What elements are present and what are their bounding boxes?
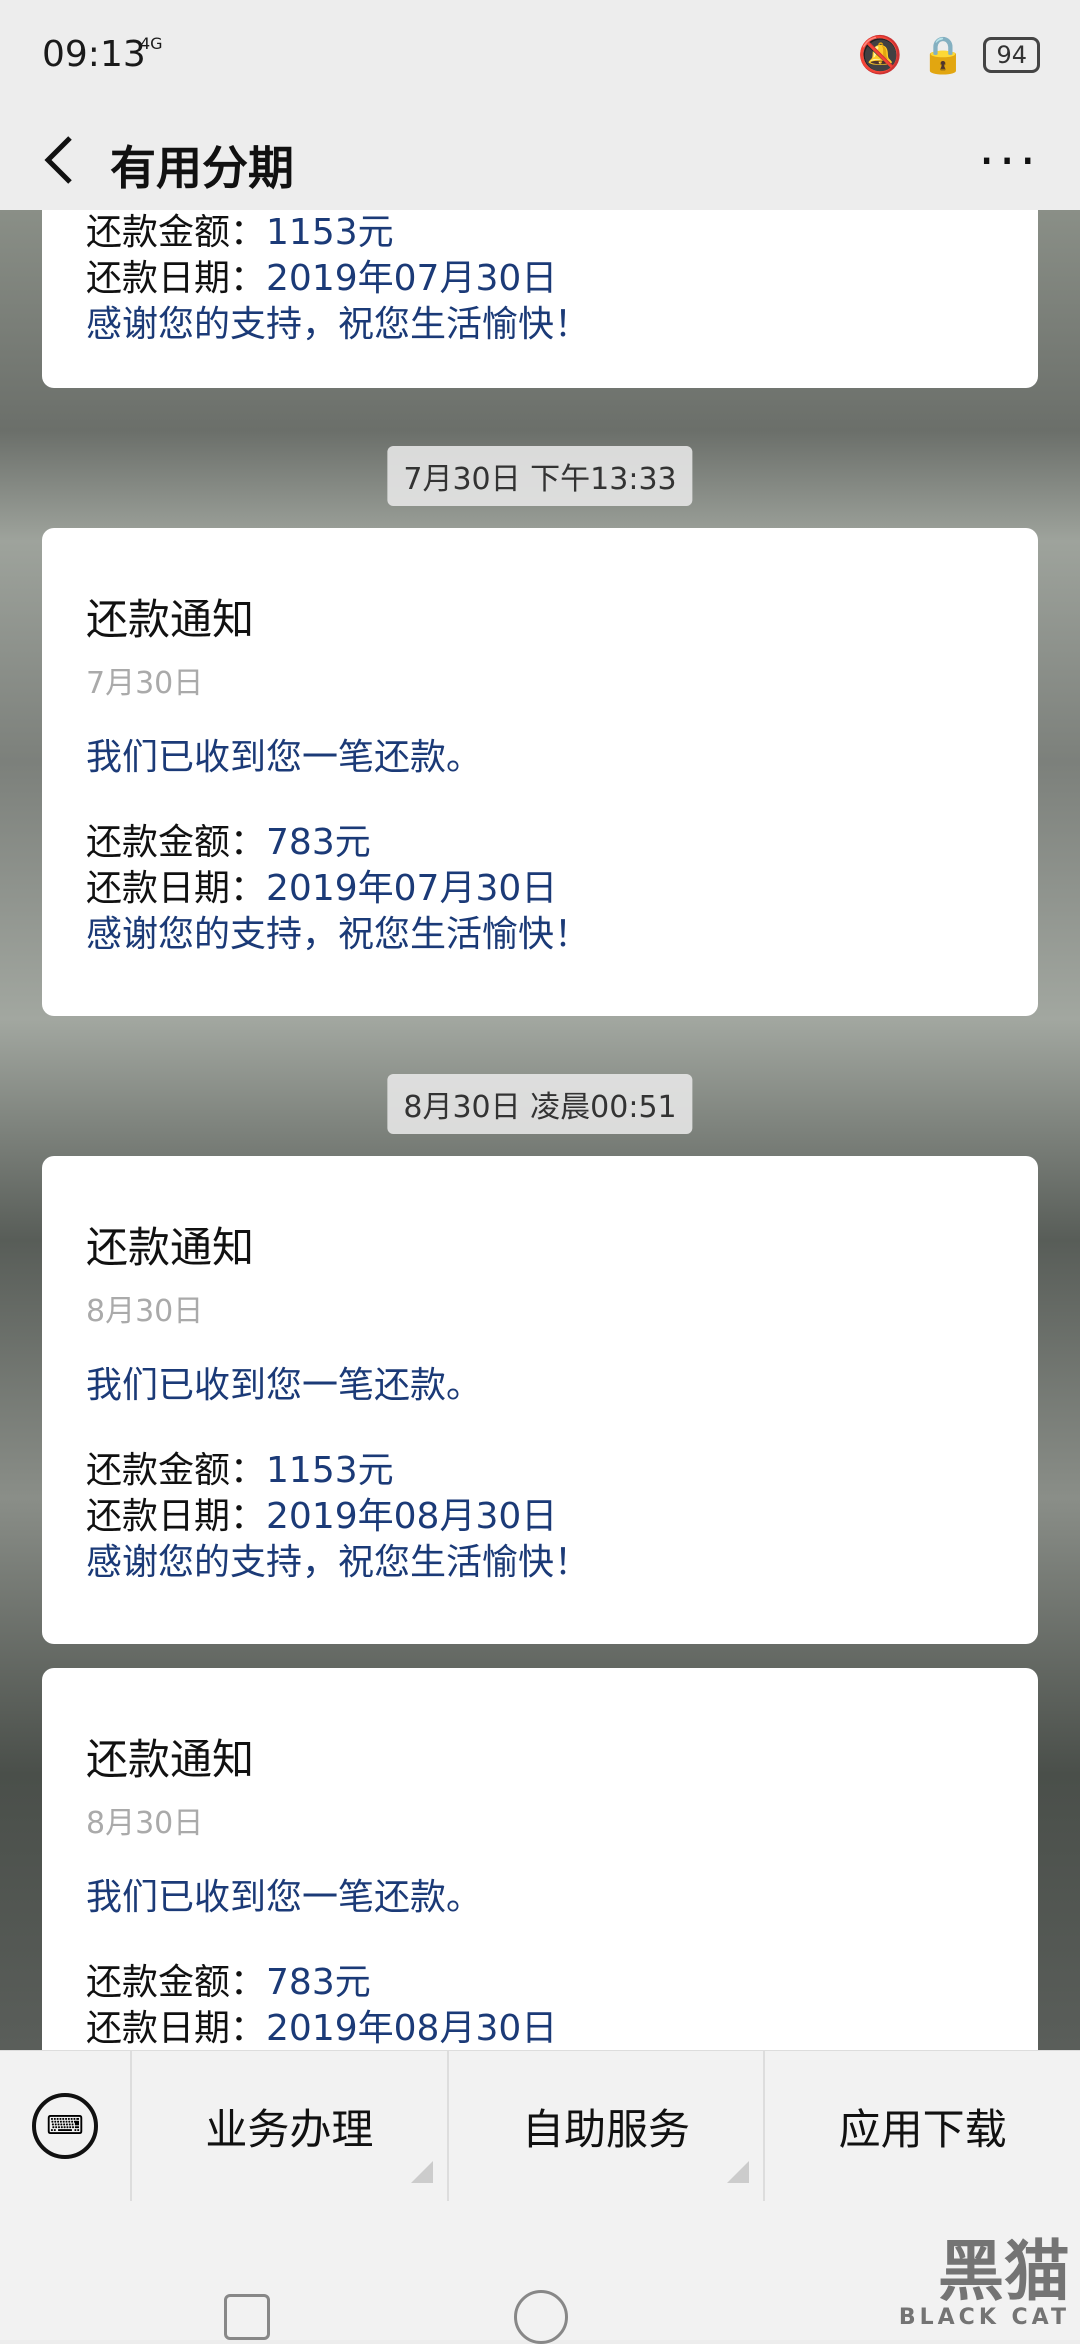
menu-app-download[interactable]: 应用下载 bbox=[763, 2051, 1080, 2201]
amount-value: 783元 bbox=[266, 1962, 371, 2003]
date-label: 还款日期： bbox=[86, 2008, 267, 2049]
card-intro: 我们已收到您一笔还款。 bbox=[86, 1365, 483, 1406]
menu-business[interactable]: 业务办理 bbox=[130, 2051, 447, 2201]
thanks-text: 感谢您的支持，祝您生活愉快！ bbox=[86, 914, 591, 955]
card-intro: 我们已收到您一笔还款。 bbox=[86, 737, 483, 778]
amount-label: 还款金额： bbox=[86, 1962, 267, 2003]
amount-label: 还款金额： bbox=[86, 1450, 267, 1491]
card-date: 8月30日 bbox=[86, 1294, 204, 1329]
submenu-indicator-icon bbox=[410, 2161, 433, 2183]
message-timestamp: 7月30日 下午13:33 bbox=[387, 446, 693, 506]
watermark-en: BLACK CAT bbox=[898, 2305, 1070, 2330]
card-title: 还款通知 bbox=[86, 1223, 255, 1272]
amount-label: 还款金额： bbox=[86, 212, 267, 253]
status-icons: 🔕 🔒 94 bbox=[858, 34, 1040, 76]
card-title: 还款通知 bbox=[86, 595, 255, 644]
message-timestamp: 8月30日 凌晨00:51 bbox=[387, 1074, 693, 1134]
message-card-partial: 还款金额：1153元 还款日期：2019年07月30日 感谢您的支持，祝您生活愉… bbox=[42, 210, 1038, 388]
keyboard-toggle-button[interactable]: ⌨ bbox=[0, 2051, 130, 2201]
status-time: 09:13 bbox=[42, 34, 146, 75]
card-date: 7月30日 bbox=[86, 666, 204, 701]
date-value: 2019年08月30日 bbox=[266, 1496, 558, 1537]
thanks-text: 感谢您的支持，祝您生活愉快！ bbox=[86, 304, 591, 345]
status-bar: 09:13 4G 🔕 🔒 94 bbox=[0, 0, 1080, 110]
service-menu: ⌨ 业务办理 自助服务 应用下载 bbox=[0, 2050, 1080, 2201]
date-value: 2019年07月30日 bbox=[266, 868, 558, 909]
date-label: 还款日期： bbox=[86, 868, 267, 909]
amount-label: 还款金额： bbox=[86, 822, 267, 863]
watermark-cn: 黑猫 bbox=[938, 2233, 1070, 2310]
watermark-logo: 黑猫 BLACK CAT bbox=[898, 2233, 1070, 2331]
message-card: 还款通知 8月30日 我们已收到您一笔还款。 还款金额：783元 还款日期：20… bbox=[42, 1668, 1038, 2050]
menu-label: 应用下载 bbox=[838, 2104, 1007, 2154]
amount-value: 1153元 bbox=[266, 1450, 394, 1491]
mute-icon: 🔕 bbox=[857, 35, 903, 76]
date-label: 还款日期： bbox=[86, 1496, 267, 1537]
recent-apps-button[interactable] bbox=[224, 2294, 270, 2340]
submenu-indicator-icon bbox=[727, 2161, 750, 2183]
network-indicator: 4G bbox=[140, 34, 163, 53]
card-intro: 我们已收到您一笔还款。 bbox=[86, 1877, 483, 1918]
battery-icon: 94 bbox=[983, 37, 1040, 73]
chat-area[interactable]: 还款金额：1153元 还款日期：2019年07月30日 感谢您的支持，祝您生活愉… bbox=[0, 210, 1080, 2050]
amount-value: 1153元 bbox=[266, 212, 394, 253]
date-label: 还款日期： bbox=[86, 258, 267, 299]
amount-value: 783元 bbox=[266, 822, 371, 863]
message-card: 还款通知 7月30日 我们已收到您一笔还款。 还款金额：783元 还款日期：20… bbox=[42, 528, 1038, 1016]
thanks-text: 感谢您的支持，祝您生活愉快！ bbox=[86, 1542, 591, 1583]
home-button[interactable] bbox=[514, 2290, 568, 2344]
page-title: 有用分期 bbox=[110, 141, 294, 195]
lock-icon: 🔒 bbox=[920, 35, 966, 76]
date-value: 2019年08月30日 bbox=[266, 2008, 558, 2049]
message-card: 还款通知 8月30日 我们已收到您一笔还款。 还款金额：1153元 还款日期：2… bbox=[42, 1156, 1038, 1644]
app-header: 有用分期 ··· bbox=[0, 110, 1080, 210]
menu-label: 自助服务 bbox=[522, 2104, 691, 2154]
date-value: 2019年07月30日 bbox=[266, 258, 558, 299]
menu-label: 业务办理 bbox=[205, 2104, 374, 2154]
card-title: 还款通知 bbox=[86, 1735, 255, 1784]
back-arrow-icon[interactable] bbox=[36, 130, 86, 190]
keyboard-icon: ⌨ bbox=[32, 2093, 98, 2159]
bottom-panel: ⌨ 业务办理 自助服务 应用下载 黑猫 BLACK CAT bbox=[0, 2050, 1080, 2344]
menu-self-service[interactable]: 自助服务 bbox=[446, 2051, 764, 2201]
card-date: 8月30日 bbox=[86, 1806, 204, 1841]
more-options-icon[interactable]: ··· bbox=[978, 132, 1040, 192]
